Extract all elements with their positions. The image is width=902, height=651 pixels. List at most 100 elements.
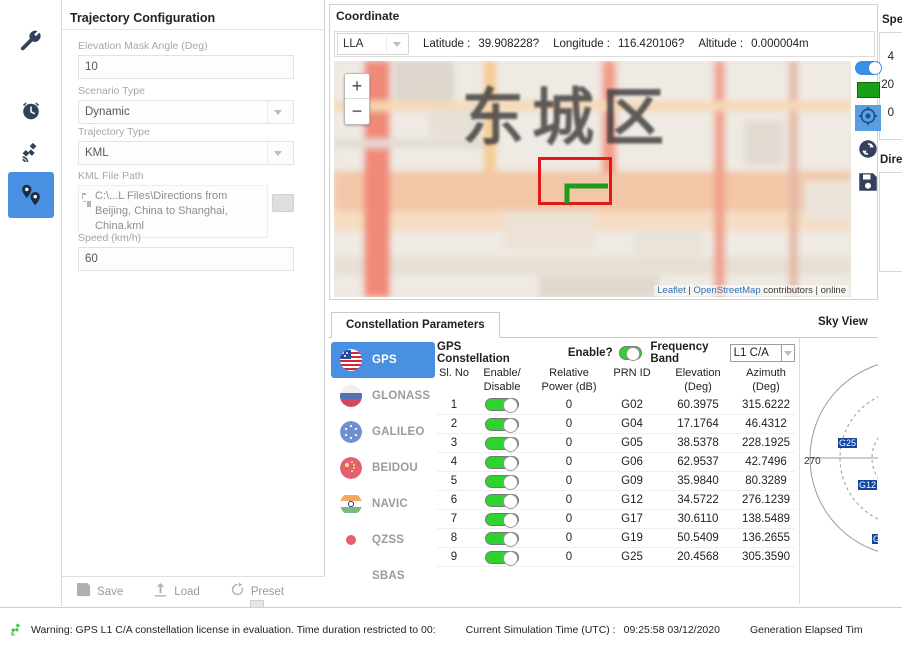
- cell-prn-id: G04: [605, 415, 659, 434]
- preset-label: Preset: [251, 586, 284, 598]
- save-icon: [76, 582, 91, 602]
- map-visibility-toggle[interactable]: [855, 61, 882, 75]
- cell-relative-power[interactable]: 0: [533, 491, 605, 510]
- cell-prn-id: G17: [605, 510, 659, 529]
- enable-label: Enable?: [568, 347, 613, 359]
- constellation-item-sbas[interactable]: SBAS: [331, 558, 435, 594]
- cell-relative-power[interactable]: 0: [533, 472, 605, 491]
- coordinate-frame-select[interactable]: LLA: [337, 33, 409, 55]
- attrib-sep-1: |: [686, 285, 694, 296]
- longitude-value: 116.420106?: [618, 38, 684, 50]
- map-green-marker-button[interactable]: [857, 82, 880, 98]
- osm-link[interactable]: OpenStreetMap: [694, 285, 761, 296]
- cell-enable-toggle[interactable]: [471, 472, 533, 491]
- speed-value-1: 20: [881, 79, 894, 91]
- constellation-label: QZSS: [372, 534, 404, 546]
- cell-relative-power[interactable]: 0: [533, 453, 605, 472]
- browse-folder-button[interactable]: [272, 194, 294, 212]
- coordinate-row: LLA Latitude : 39.908228? Longitude : 11…: [334, 31, 875, 57]
- elevation-mask-input[interactable]: 10: [78, 55, 294, 79]
- preset-button[interactable]: Preset: [230, 582, 284, 602]
- cell-enable-toggle[interactable]: [471, 510, 533, 529]
- speed-value-0: 4: [888, 51, 894, 63]
- constellation-item-beidou[interactable]: BEIDOU: [331, 450, 435, 486]
- kml-path-input[interactable]: C:\...L Files\Directions from Beijing, C…: [78, 185, 268, 238]
- load-label: Load: [174, 586, 200, 598]
- sim-time-value: 09:25:58 03/12/2020: [624, 624, 720, 636]
- cell-relative-power[interactable]: 0: [533, 396, 605, 415]
- frequency-band-select[interactable]: L1 C/A: [730, 344, 783, 362]
- cell-enable-toggle[interactable]: [471, 529, 533, 548]
- sky-view-plot[interactable]: 270 G25 G12 G0: [799, 338, 878, 604]
- direction-value-box: [879, 172, 902, 272]
- config-action-bar: Save Load Preset: [62, 576, 325, 606]
- map-refresh-button[interactable]: [857, 138, 879, 165]
- sky-satellite-tag[interactable]: G25: [838, 438, 857, 448]
- chevron-down-icon[interactable]: [782, 344, 795, 362]
- cell-enable-toggle[interactable]: [471, 396, 533, 415]
- map-save-button[interactable]: [858, 172, 878, 197]
- cell-prn-id: G12: [605, 491, 659, 510]
- cell-relative-power[interactable]: 0: [533, 510, 605, 529]
- cell-enable-toggle[interactable]: [471, 548, 533, 567]
- cell-enable-toggle[interactable]: [471, 491, 533, 510]
- clock-icon: [18, 98, 44, 124]
- refresh-icon: [857, 138, 879, 165]
- scenario-type-value: Dynamic: [85, 106, 130, 118]
- cell-azimuth: 138.5489: [737, 510, 795, 529]
- cell-relative-power[interactable]: 0: [533, 434, 605, 453]
- rail-item-satellite[interactable]: [8, 130, 54, 176]
- constellation-item-galileo[interactable]: GALILEO: [331, 414, 435, 450]
- cell-relative-power[interactable]: 0: [533, 415, 605, 434]
- table-row: 50G0935.984080.3289: [437, 472, 795, 491]
- speed-value-box: 4 20 0: [879, 32, 902, 140]
- map-view[interactable]: 东城区 + − Leaflet | OpenStreetMap contribu…: [334, 61, 851, 297]
- cell-enable-toggle[interactable]: [471, 415, 533, 434]
- speed-input[interactable]: 60: [78, 247, 294, 271]
- direction-title: Direction: [880, 154, 902, 166]
- chevron-down-icon: [267, 101, 287, 123]
- rail-item-time[interactable]: [8, 88, 54, 134]
- cell-elevation: 17.1764: [659, 415, 737, 434]
- zoom-in-button[interactable]: +: [345, 74, 369, 99]
- cell-azimuth: 80.3289: [737, 472, 795, 491]
- load-button[interactable]: Load: [153, 582, 200, 602]
- constellation-item-glonass[interactable]: GLONASS: [331, 378, 435, 414]
- cell-azimuth: 315.6222: [737, 396, 795, 415]
- leaflet-link[interactable]: Leaflet: [657, 285, 686, 296]
- rail-item-trajectory[interactable]: [8, 172, 54, 218]
- tab-constellation-parameters[interactable]: Constellation Parameters: [331, 312, 500, 338]
- zoom-out-button[interactable]: −: [345, 99, 369, 124]
- constellation-item-navic[interactable]: NAVIC: [331, 486, 435, 522]
- cell-sl-no: 8: [437, 529, 471, 548]
- satellite-status-icon: [8, 621, 25, 639]
- cell-enable-toggle[interactable]: [471, 453, 533, 472]
- coordinate-frame-value: LLA: [343, 38, 363, 50]
- rail-item-settings[interactable]: [8, 18, 54, 64]
- cell-azimuth: 46.4312: [737, 415, 795, 434]
- constellation-controls: GPS Constellation Enable? Frequency Band…: [437, 342, 795, 364]
- save-button[interactable]: Save: [76, 582, 123, 602]
- flag-japan-icon: [340, 529, 362, 551]
- scenario-type-select[interactable]: Dynamic: [78, 100, 294, 124]
- speed-field: Speed (km/h) 60: [78, 232, 294, 271]
- sky-satellite-tag[interactable]: G12: [858, 480, 877, 490]
- cell-relative-power[interactable]: 0: [533, 529, 605, 548]
- cell-relative-power[interactable]: 0: [533, 548, 605, 567]
- status-warning-text: Warning: GPS L1 C/A constellation licens…: [31, 624, 436, 636]
- cell-azimuth: 305.3590: [737, 548, 795, 567]
- constellation-label: GPS: [372, 354, 397, 366]
- map-center-target-button[interactable]: [855, 105, 881, 131]
- latitude-item: Latitude : 39.908228?: [423, 38, 539, 50]
- attrib-contributors: contributors: [761, 285, 816, 296]
- constellation-enable-toggle[interactable]: [619, 346, 643, 360]
- trajectory-type-select[interactable]: KML: [78, 141, 294, 165]
- cell-sl-no: 3: [437, 434, 471, 453]
- map-attribution: Leaflet | OpenStreetMap contributors | o…: [654, 285, 849, 296]
- cell-enable-toggle[interactable]: [471, 434, 533, 453]
- cell-prn-id: G19: [605, 529, 659, 548]
- constellation-item-qzss[interactable]: QZSS: [331, 522, 435, 558]
- constellation-item-gps[interactable]: GPS: [331, 342, 435, 378]
- table-row: 90G2520.4568305.3590: [437, 548, 795, 567]
- sky-satellite-tag[interactable]: G0: [872, 534, 878, 544]
